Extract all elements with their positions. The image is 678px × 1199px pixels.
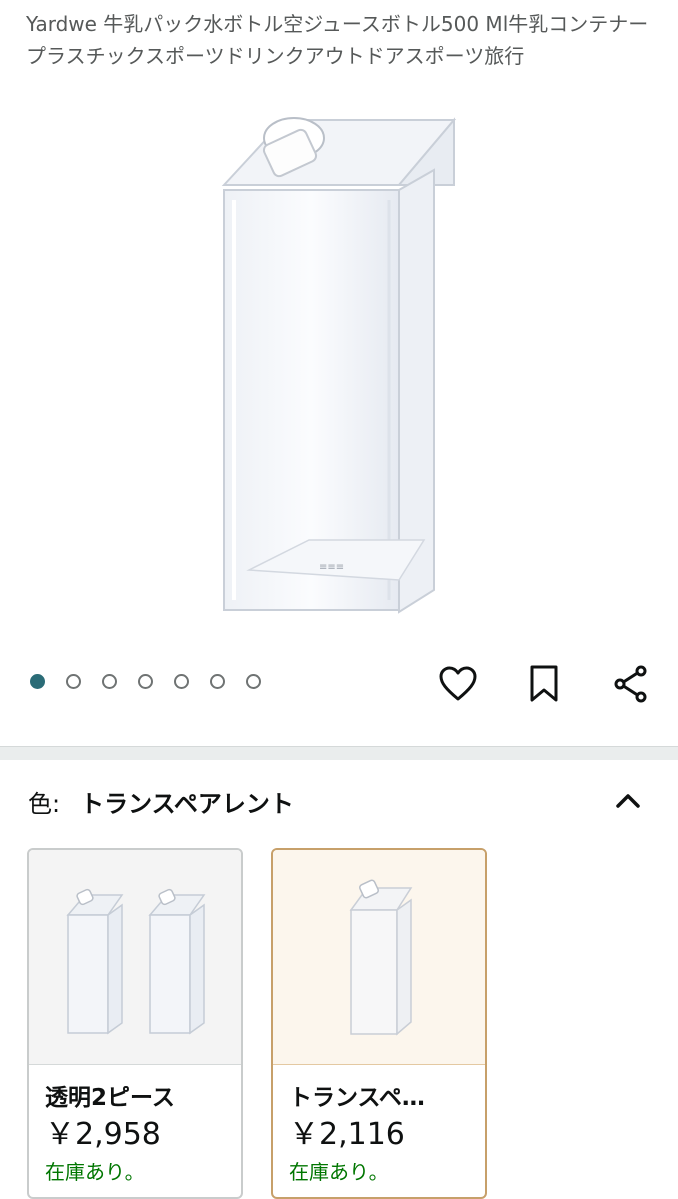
- save-button[interactable]: [522, 662, 566, 706]
- option-name: トランスペ…: [289, 1085, 425, 1111]
- product-image[interactable]: ≡≡≡: [0, 100, 678, 660]
- heart-icon: [439, 666, 477, 701]
- bookmark-icon: [530, 665, 558, 702]
- option-stock-status: 在庫あり。: [289, 1160, 389, 1184]
- share-button[interactable]: [609, 662, 653, 706]
- product-title: Yardwe 牛乳パック水ボトル空ジュースボトル500 Ml牛乳コンテナープラス…: [26, 12, 649, 68]
- variation-option-card[interactable]: 透明2ピース ￥2,958 在庫あり。: [27, 848, 243, 1199]
- collapse-button[interactable]: [608, 783, 648, 819]
- option-price: ￥2,958: [45, 1117, 161, 1152]
- product-actions: [0, 662, 678, 706]
- option-price: ￥2,116: [289, 1117, 405, 1152]
- option-name: 透明2ピース: [45, 1085, 175, 1111]
- section-divider: [0, 746, 678, 760]
- option-thumbnail: [273, 850, 485, 1064]
- variation-selected-value: トランスペアレント: [80, 789, 294, 818]
- variation-option-card-selected[interactable]: トランスペ… ￥2,116 在庫あり。: [271, 848, 487, 1199]
- chevron-up-icon: [616, 794, 640, 808]
- svg-text:≡≡≡: ≡≡≡: [319, 562, 344, 573]
- variation-label: 色:: [28, 789, 61, 818]
- option-stock-status: 在庫あり。: [45, 1160, 145, 1184]
- favorite-button[interactable]: [436, 662, 480, 706]
- option-thumbnail: [29, 850, 241, 1064]
- share-icon: [614, 665, 647, 703]
- variation-header: 色: トランスペアレント: [28, 783, 648, 819]
